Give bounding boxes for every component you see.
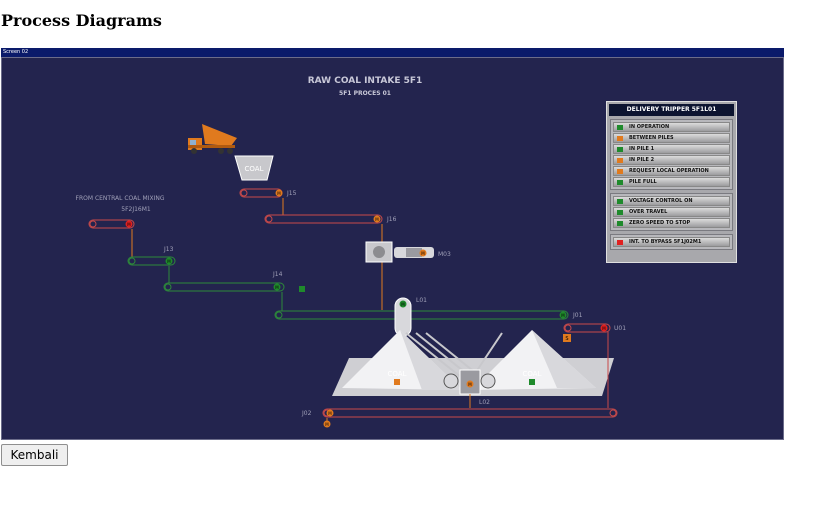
back-button[interactable]: Kembali	[1, 444, 68, 466]
motor-label: M	[277, 191, 281, 196]
status-label: REQUEST LOCAL OPERATION	[629, 168, 709, 174]
gear-motor-m03[interactable]: M M03	[365, 241, 451, 263]
l02-label: L02	[479, 399, 490, 406]
motor-label: M	[602, 326, 606, 331]
coal-hopper: COAL	[234, 155, 274, 181]
status-led	[617, 179, 623, 185]
status-row[interactable]: BETWEEN PILES	[613, 133, 730, 143]
source-label: FROM CENTRAL COAL MIXING	[76, 195, 165, 202]
diagram-title: RAW COAL INTAKE 5F1	[308, 76, 423, 86]
pile-left-label: COAL	[388, 370, 407, 378]
motor-label: M	[421, 251, 425, 256]
status-group-safety: VOLTAGE CONTROL ON OVER TRAVEL ZERO SPEE…	[610, 193, 733, 231]
j15-label: J15	[286, 190, 297, 197]
pile-right-label: COAL	[523, 370, 542, 378]
status-row[interactable]: IN PILE 2	[613, 155, 730, 165]
j02-label: J02	[301, 410, 312, 417]
status-led	[617, 124, 623, 130]
conveyor-source[interactable]: M	[88, 219, 135, 257]
conveyor-j01[interactable]: M J01	[274, 310, 583, 320]
status-group-interlock: INT. TO BYPASS 5F1J02M1	[610, 234, 733, 250]
motor-label: M	[325, 422, 329, 427]
page-title: Process Diagrams	[1, 11, 162, 30]
process-screen: RAW COAL INTAKE 5F1 5F1 PROCES 01 FROM C…	[1, 57, 784, 440]
motor-label: M	[375, 217, 379, 222]
status-row[interactable]: REQUEST LOCAL OPERATION	[613, 166, 730, 176]
status-label: PILE FULL	[629, 179, 657, 185]
status-label: ZERO SPEED TO STOP	[629, 220, 691, 226]
l01-label: L01	[416, 297, 427, 304]
hopper-label: COAL	[245, 165, 264, 173]
status-led	[617, 157, 623, 163]
status-led	[617, 209, 623, 215]
conveyor-j13[interactable]: M J13	[127, 246, 176, 283]
truck-icon	[188, 124, 237, 154]
conveyor-j02[interactable]: M J02 M	[301, 408, 618, 428]
motor-label: M	[167, 259, 171, 264]
screen-tab-bar: Screen 02	[1, 48, 784, 57]
status-label: BETWEEN PILES	[629, 135, 674, 141]
motor-label: M	[561, 313, 565, 318]
status-label: IN OPERATION	[629, 124, 670, 130]
status-panel: DELIVERY TRIPPER 5F1L01 IN OPERATION BET…	[606, 101, 737, 263]
status-label: INT. TO BYPASS 5F1J02M1	[629, 239, 702, 245]
status-led	[617, 168, 623, 174]
status-row[interactable]: INT. TO BYPASS 5F1J02M1	[613, 237, 730, 247]
status-label: OVER TRAVEL	[629, 209, 668, 215]
status-group-main: IN OPERATION BETWEEN PILES IN PILE 1 IN …	[610, 119, 733, 190]
conveyor-j14[interactable]: M J14	[163, 271, 305, 311]
motor-label: M	[468, 382, 472, 387]
motor-label: M	[401, 302, 405, 307]
status-led	[617, 146, 623, 152]
status-label: IN PILE 2	[629, 157, 655, 163]
motor-label: M	[275, 285, 279, 290]
j01-label: J01	[572, 312, 583, 319]
status-row[interactable]: OVER TRAVEL	[613, 207, 730, 217]
j14-label: J14	[272, 271, 283, 278]
s-indicator: S	[565, 336, 568, 342]
panel-title: DELIVERY TRIPPER 5F1L01	[609, 104, 734, 116]
source-code-label: 5F2J16M1	[121, 206, 151, 213]
status-row[interactable]: IN PILE 1	[613, 144, 730, 154]
status-led	[617, 239, 623, 245]
motor-label: M	[328, 411, 332, 416]
diagram-subtitle: 5F1 PROCES 01	[339, 90, 391, 97]
status-led	[617, 135, 623, 141]
status-label: IN PILE 1	[629, 146, 655, 152]
j13-label: J13	[163, 246, 174, 253]
status-row[interactable]: VOLTAGE CONTROL ON	[613, 196, 730, 206]
status-label: VOLTAGE CONTROL ON	[629, 198, 693, 204]
status-row[interactable]: IN OPERATION	[613, 122, 730, 132]
m03-label: M03	[438, 251, 451, 258]
u01-label: U01	[614, 325, 626, 332]
status-led	[617, 220, 623, 226]
status-row[interactable]: PILE FULL	[613, 177, 730, 187]
j16-label: J16	[386, 216, 397, 223]
status-row[interactable]: ZERO SPEED TO STOP	[613, 218, 730, 228]
motor-label: M	[127, 222, 131, 227]
conveyor-j15[interactable]: M J15	[239, 188, 297, 215]
status-led	[617, 198, 623, 204]
